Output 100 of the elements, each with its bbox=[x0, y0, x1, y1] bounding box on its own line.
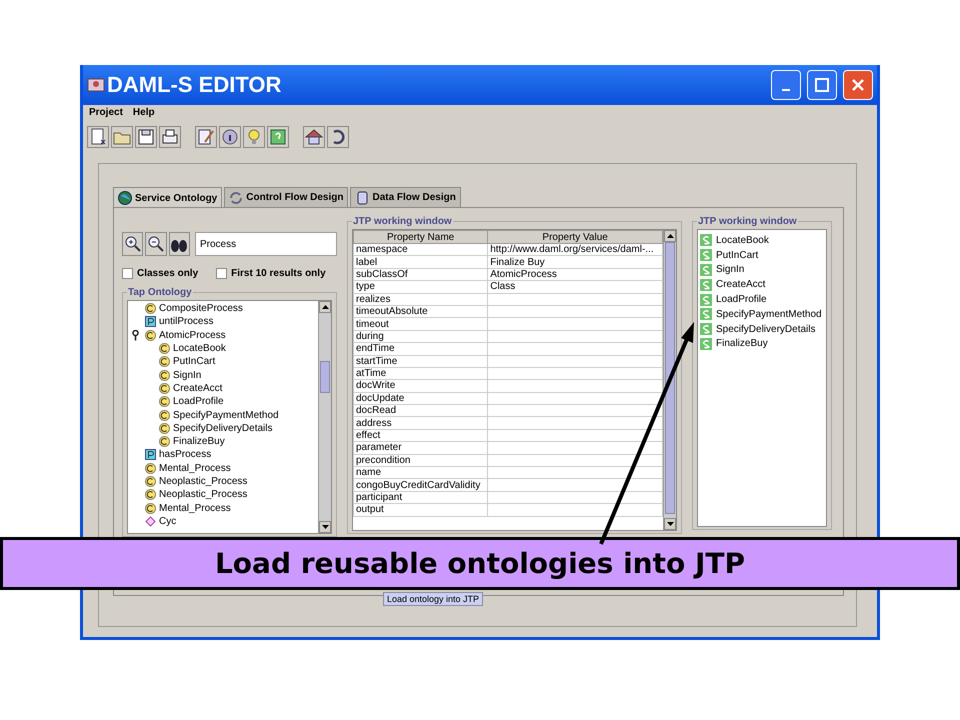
tree-item[interactable]: LoadProfile bbox=[173, 396, 224, 408]
table-cell: participant bbox=[356, 492, 402, 503]
table-cell: endTime bbox=[356, 344, 395, 354]
maximize-button[interactable] bbox=[807, 70, 837, 100]
home-button[interactable] bbox=[303, 126, 325, 148]
home-icon bbox=[304, 127, 324, 147]
edit-icon bbox=[196, 127, 216, 147]
info-button[interactable] bbox=[219, 126, 241, 148]
refresh-button[interactable] bbox=[327, 126, 349, 148]
menu-item[interactable]: Project bbox=[89, 107, 123, 121]
table-cell: type bbox=[356, 282, 375, 292]
scroll-thumb[interactable] bbox=[665, 242, 675, 514]
maximize-icon bbox=[815, 78, 829, 92]
print-button[interactable] bbox=[159, 126, 181, 148]
service-icon bbox=[700, 264, 712, 276]
cycle-arrows-icon bbox=[229, 190, 244, 204]
tooltip: Load ontology into JTP bbox=[383, 592, 484, 606]
tab[interactable]: Service Ontology bbox=[113, 187, 222, 208]
scroll-up-icon[interactable] bbox=[666, 234, 674, 238]
tree-item[interactable]: SignIn bbox=[173, 370, 202, 381]
new-file-button[interactable] bbox=[87, 126, 109, 148]
property-icon bbox=[145, 316, 156, 328]
list-item[interactable]: SignIn bbox=[716, 264, 744, 276]
table-cell: during bbox=[356, 331, 384, 342]
list-item[interactable]: SpecifyPaymentMethod bbox=[716, 308, 822, 320]
table-cell: timeout bbox=[356, 318, 389, 330]
scroll-up-icon[interactable] bbox=[322, 305, 328, 309]
tree-item[interactable]: Mental_Process bbox=[159, 462, 231, 474]
class-icon bbox=[145, 303, 156, 314]
class-icon bbox=[159, 396, 170, 408]
scroll-down-icon[interactable] bbox=[322, 525, 328, 529]
class-icon bbox=[145, 476, 156, 487]
checkbox-label: First 10 results only bbox=[231, 268, 326, 279]
tree-item[interactable]: AtomicProcess bbox=[159, 330, 226, 341]
save-button[interactable] bbox=[135, 126, 157, 148]
tree-item[interactable]: Mental_Process bbox=[159, 502, 231, 514]
close-button[interactable] bbox=[843, 70, 873, 100]
tree-item[interactable]: LocateBook bbox=[173, 343, 226, 354]
list-item[interactable]: SpecifyDeliveryDetails bbox=[716, 324, 816, 335]
service-icon bbox=[700, 234, 712, 246]
help-icon bbox=[268, 127, 288, 147]
scroll-thumb[interactable] bbox=[320, 361, 330, 393]
menu-item[interactable]: Help bbox=[132, 107, 155, 121]
table-cell: Finalize Buy bbox=[490, 256, 545, 268]
tree-item[interactable]: PutInCart bbox=[173, 356, 216, 368]
open-folder-button[interactable] bbox=[111, 126, 133, 148]
table-cell: parameter bbox=[356, 442, 402, 454]
tree-item[interactable]: Neoplastic_Process bbox=[159, 489, 248, 500]
tab[interactable]: Control Flow Design bbox=[224, 187, 348, 207]
table-cell: docRead bbox=[356, 406, 396, 416]
list-item[interactable]: LoadProfile bbox=[716, 294, 767, 306]
table-cell: docWrite bbox=[356, 380, 396, 392]
help-button[interactable] bbox=[267, 126, 289, 148]
class-icon bbox=[145, 502, 156, 514]
minimize-button[interactable] bbox=[771, 70, 801, 100]
tree-item[interactable]: CompositeProcess bbox=[159, 303, 243, 314]
table-cell: output bbox=[356, 504, 384, 516]
info-icon bbox=[220, 127, 240, 147]
group-title: JTP working window bbox=[352, 216, 453, 227]
table-cell: atTime bbox=[356, 368, 386, 379]
scrollbar[interactable] bbox=[663, 230, 676, 530]
zoom-in-icon bbox=[124, 235, 142, 253]
zoom-in-button[interactable] bbox=[122, 232, 144, 256]
search-field[interactable]: Process bbox=[194, 232, 337, 256]
checkbox[interactable] bbox=[122, 268, 133, 279]
notebook-icon bbox=[355, 190, 370, 204]
tree-item[interactable]: Cyc bbox=[159, 516, 176, 527]
column-header[interactable]: Property Name bbox=[354, 230, 488, 244]
checkbox[interactable] bbox=[216, 268, 228, 279]
service-icon bbox=[700, 308, 712, 320]
table-cell: timeoutAbsolute bbox=[356, 306, 428, 317]
expand-handle-icon[interactable] bbox=[132, 330, 139, 341]
class-icon bbox=[159, 343, 170, 354]
list-item[interactable]: CreateAcct bbox=[716, 279, 766, 290]
table-cell: precondition bbox=[356, 455, 410, 466]
tree-item[interactable]: SpecifyPaymentMethod bbox=[173, 410, 279, 421]
list-item[interactable]: LocateBook bbox=[716, 234, 769, 246]
scrollbar[interactable] bbox=[318, 301, 331, 533]
table-cell: congoBuyCreditCardValidity bbox=[356, 480, 480, 490]
group-title: JTP working window bbox=[697, 216, 798, 227]
binoculars-button[interactable] bbox=[168, 232, 190, 256]
globe-icon bbox=[118, 191, 132, 205]
class-icon bbox=[159, 436, 170, 448]
tree-item[interactable]: Neoplastic_Process bbox=[159, 476, 248, 487]
tree-item[interactable]: FinalizeBuy bbox=[173, 436, 225, 448]
tree-item[interactable]: SpecifyDeliveryDetails bbox=[173, 422, 272, 434]
service-icon bbox=[700, 278, 712, 291]
tree-item[interactable]: CreateAcct bbox=[173, 382, 222, 394]
list-item[interactable]: PutInCart bbox=[716, 250, 758, 261]
zoom-out-button[interactable] bbox=[145, 232, 167, 256]
table-cell: realizes bbox=[356, 294, 390, 304]
column-header[interactable]: Property Value bbox=[488, 230, 662, 244]
class-icon bbox=[145, 330, 156, 341]
list-item[interactable]: FinalizeBuy bbox=[716, 338, 768, 350]
table-cell: namespace bbox=[356, 244, 408, 255]
tab[interactable]: Data Flow Design bbox=[350, 187, 461, 207]
edit-button[interactable] bbox=[195, 126, 217, 148]
scroll-down-icon[interactable] bbox=[666, 522, 674, 526]
tree-item[interactable]: hasProcess bbox=[159, 449, 212, 460]
tree-item[interactable]: untilProcess bbox=[159, 316, 214, 328]
